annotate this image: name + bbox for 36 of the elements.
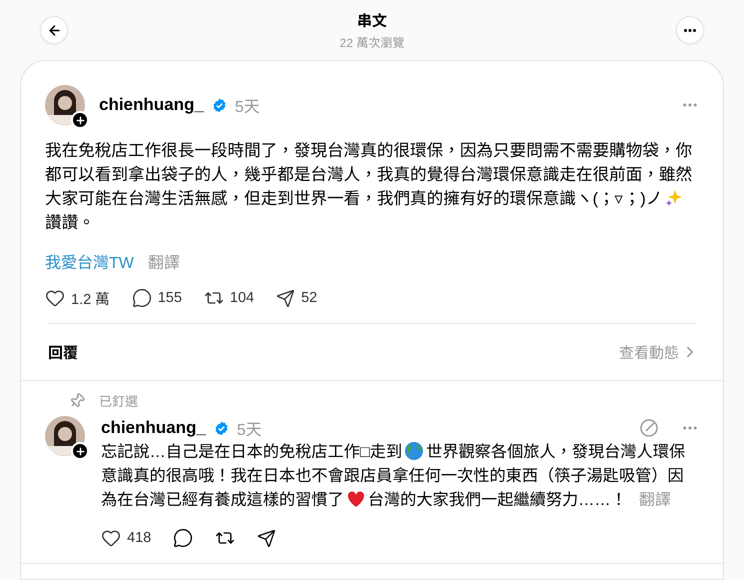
like-count: 1.2 萬 [71,290,110,308]
view-activity-link[interactable]: 查看動態 [618,342,699,362]
repost-count: 104 [230,290,254,306]
like-icon[interactable] [101,528,121,548]
globe-icon [404,441,424,461]
edit-icon[interactable] [639,418,659,438]
more-button[interactable] [676,16,704,44]
back-button[interactable] [40,16,68,44]
page-title: 串文 [356,12,387,30]
like-count: 418 [127,530,152,546]
heart-icon [346,489,366,509]
comment-count: 155 [158,290,182,306]
like-icon[interactable] [45,288,65,308]
username[interactable]: chienhuang_ [99,95,204,115]
follow-icon[interactable] [71,111,89,129]
comment-icon[interactable] [173,528,194,548]
avatar[interactable] [45,416,85,456]
more-icon [684,28,696,32]
share-icon[interactable] [257,528,276,548]
post-time: 5天 [234,98,260,117]
replies-heading: 回覆 [48,344,78,362]
share-count: 52 [301,290,318,306]
reply-text: 忘記說…自己是在日本的免稅店工作□走到 世界觀察各個旅人，發現台灣人環保意識真的很高哦！我在日本也不會跟店員拿任何一次性的東西（筷子湯匙吸管）因為在台灣已經有養成這樣的習慣了 台灣的大家我們一起繼續努力……！ 翻譯 [101,440,686,511]
view-count: 22 萬次瀏覽 [340,34,404,50]
pinned-label: 已釘選 [99,393,138,410]
post-text: 我在免稅店工作很長一段時間了，發現台灣真的很環保，因為只要問需不需要購物袋，你都可以看到拿出袋子的人，幾乎都是台灣人，我真的覺得台灣環保意識走在很前面，雖然大家可能在台灣生活無感，但走到世界一看，我們真的擁有好的環保意識ヽ(；▿；)ノ 讚讚。 [45,140,694,234]
username[interactable]: chienhuang_ [101,418,206,438]
share-icon[interactable] [276,288,296,308]
reply-time: 5天 [236,421,262,440]
avatar[interactable] [45,85,85,125]
comment-icon[interactable] [132,288,152,308]
sparkles-icon [664,188,684,208]
translate-link[interactable]: 翻譯 [638,492,671,509]
follow-icon[interactable] [71,442,89,460]
translate-link[interactable]: 翻譯 [148,249,180,273]
topic-tag[interactable]: 我愛台灣TW [45,249,134,273]
